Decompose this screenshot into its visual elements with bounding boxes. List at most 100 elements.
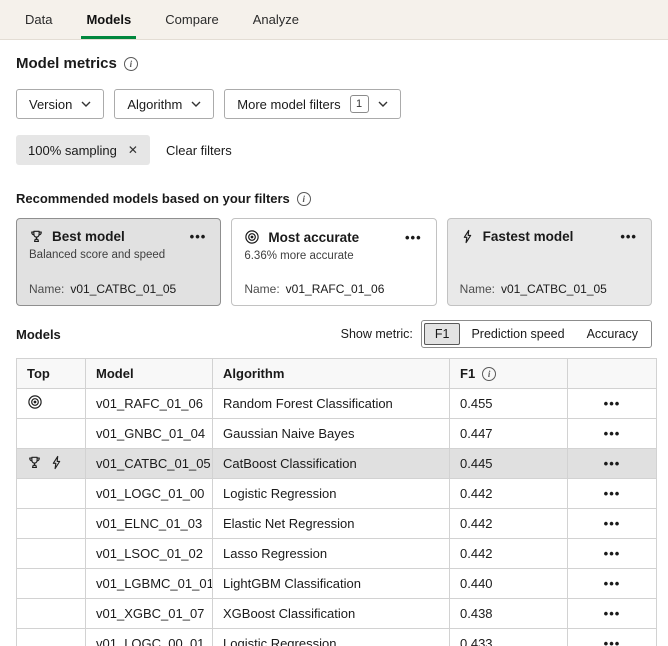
header-actions (568, 359, 657, 389)
tab-compare[interactable]: Compare (148, 0, 235, 39)
row-actions-cell: ••• (568, 419, 657, 449)
tab-analyze[interactable]: Analyze (236, 0, 316, 39)
most-accurate-card[interactable]: Most accurate ••• 6.36% more accurate Na… (231, 218, 436, 306)
f1-value-cell: 0.445 (450, 449, 568, 479)
chevron-down-icon (378, 101, 388, 107)
table-row[interactable]: v01_LGBMC_01_01LightGBM Classification0.… (17, 569, 657, 599)
clear-filters-button[interactable]: Clear filters (166, 143, 232, 158)
row-menu-button[interactable]: ••• (602, 487, 623, 500)
model-name-cell: v01_LOGC_00_01 (86, 629, 213, 646)
metric-option-accuracy[interactable]: Accuracy (576, 323, 649, 345)
models-section-header: Models Show metric: F1Prediction speedAc… (16, 320, 652, 348)
row-actions-cell: ••• (568, 599, 657, 629)
recommended-info-icon[interactable] (297, 192, 311, 206)
active-filter-count-badge: 1 (350, 95, 369, 113)
algorithm-filter-dropdown[interactable]: Algorithm (114, 89, 214, 119)
metric-option-f1[interactable]: F1 (424, 323, 461, 345)
f1-value-cell: 0.440 (450, 569, 568, 599)
top-badges-cell (17, 569, 86, 599)
top-badges-cell (17, 539, 86, 569)
row-menu-button[interactable]: ••• (602, 517, 623, 530)
header-model: Model (86, 359, 213, 389)
fastest-model-card[interactable]: Fastest model ••• Name:v01_CATBC_01_05 (447, 218, 652, 306)
table-row[interactable]: v01_LSOC_01_02Lasso Regression0.442••• (17, 539, 657, 569)
row-menu-button[interactable]: ••• (602, 427, 623, 440)
row-menu-button[interactable]: ••• (602, 577, 623, 590)
algorithm-cell: XGBoost Classification (213, 599, 450, 629)
table-row[interactable]: v01_LOGC_00_01Logistic Regression0.433••… (17, 629, 657, 646)
algorithm-cell: Random Forest Classification (213, 389, 450, 419)
table-row[interactable]: v01_CATBC_01_05CatBoost Classification0.… (17, 449, 657, 479)
row-actions-cell: ••• (568, 629, 657, 646)
recommended-section-title: Recommended models based on your filters (16, 191, 290, 206)
most-accurate-card-title: Most accurate (268, 230, 395, 245)
lightning-icon (49, 455, 64, 470)
algorithm-cell: LightGBM Classification (213, 569, 450, 599)
chevron-down-icon (81, 101, 91, 107)
f1-value-cell: 0.442 (450, 539, 568, 569)
table-row[interactable]: v01_RAFC_01_06Random Forest Classificati… (17, 389, 657, 419)
page-title: Model metrics (16, 55, 117, 72)
metric-option-prediction-speed[interactable]: Prediction speed (460, 323, 575, 345)
version-filter-dropdown[interactable]: Version (16, 89, 104, 119)
f1-value-cell: 0.442 (450, 479, 568, 509)
row-actions-cell: ••• (568, 389, 657, 419)
row-actions-cell: ••• (568, 569, 657, 599)
f1-value-cell: 0.442 (450, 509, 568, 539)
row-actions-cell: ••• (568, 539, 657, 569)
top-badges-cell (17, 419, 86, 449)
f1-info-icon[interactable] (482, 367, 496, 381)
more-model-filters-dropdown[interactable]: More model filters 1 (224, 89, 400, 119)
most-accurate-subtitle: 6.36% more accurate (244, 250, 423, 264)
table-row[interactable]: v01_XGBC_01_07XGBoost Classification0.43… (17, 599, 657, 629)
f1-value-cell: 0.447 (450, 419, 568, 449)
models-section-title: Models (16, 327, 341, 342)
close-icon[interactable]: ✕ (128, 144, 138, 156)
best-model-name-value: v01_CATBC_01_05 (70, 282, 176, 296)
row-actions-cell: ••• (568, 449, 657, 479)
sampling-filter-chip-label: 100% sampling (28, 143, 117, 158)
algorithm-cell: Logistic Regression (213, 479, 450, 509)
model-name-cell: v01_RAFC_01_06 (86, 389, 213, 419)
best-model-name-label: Name: (29, 282, 64, 296)
filter-row: Version Algorithm More model filters 1 (16, 89, 652, 119)
metric-segmented-control: F1Prediction speedAccuracy (421, 320, 652, 348)
most-accurate-name-label: Name: (244, 282, 279, 296)
version-filter-label: Version (29, 97, 72, 112)
header-algorithm: Algorithm (213, 359, 450, 389)
sampling-filter-chip[interactable]: 100% sampling ✕ (16, 135, 150, 165)
row-menu-button[interactable]: ••• (602, 457, 623, 470)
more-model-filters-label: More model filters (237, 97, 340, 112)
best-model-subtitle: Balanced score and speed (29, 249, 208, 263)
fastest-model-name-label: Name: (460, 282, 495, 296)
model-name-cell: v01_GNBC_01_04 (86, 419, 213, 449)
f1-value-cell: 0.438 (450, 599, 568, 629)
row-menu-button[interactable]: ••• (602, 607, 623, 620)
tab-models[interactable]: Models (69, 0, 148, 39)
best-model-menu-button[interactable]: ••• (188, 230, 209, 243)
tab-data[interactable]: Data (8, 0, 69, 39)
most-accurate-menu-button[interactable]: ••• (403, 231, 424, 244)
top-badges-cell (17, 479, 86, 509)
algorithm-cell: Lasso Regression (213, 539, 450, 569)
chevron-down-icon (191, 101, 201, 107)
table-row[interactable]: v01_GNBC_01_04Gaussian Naive Bayes0.447•… (17, 419, 657, 449)
table-row[interactable]: v01_ELNC_01_03Elastic Net Regression0.44… (17, 509, 657, 539)
top-badges-cell (17, 599, 86, 629)
row-menu-button[interactable]: ••• (602, 547, 623, 560)
best-model-card[interactable]: Best model ••• Balanced score and speed … (16, 218, 221, 306)
target-icon (27, 394, 43, 410)
table-row[interactable]: v01_LOGC_01_00Logistic Regression0.442••… (17, 479, 657, 509)
recommended-title-row: Recommended models based on your filters (16, 191, 652, 206)
algorithm-cell: Elastic Net Regression (213, 509, 450, 539)
header-f1: F1 (450, 359, 568, 389)
automl-models-page: Data Models Compare Analyze Model metric… (0, 0, 668, 646)
model-metrics-info-icon[interactable] (124, 57, 138, 71)
row-menu-button[interactable]: ••• (602, 397, 623, 410)
row-menu-button[interactable]: ••• (602, 637, 623, 646)
trophy-icon (29, 229, 44, 244)
target-icon (244, 229, 260, 245)
fastest-model-subtitle (460, 249, 639, 263)
best-model-card-title: Best model (52, 229, 180, 244)
fastest-model-menu-button[interactable]: ••• (618, 230, 639, 243)
